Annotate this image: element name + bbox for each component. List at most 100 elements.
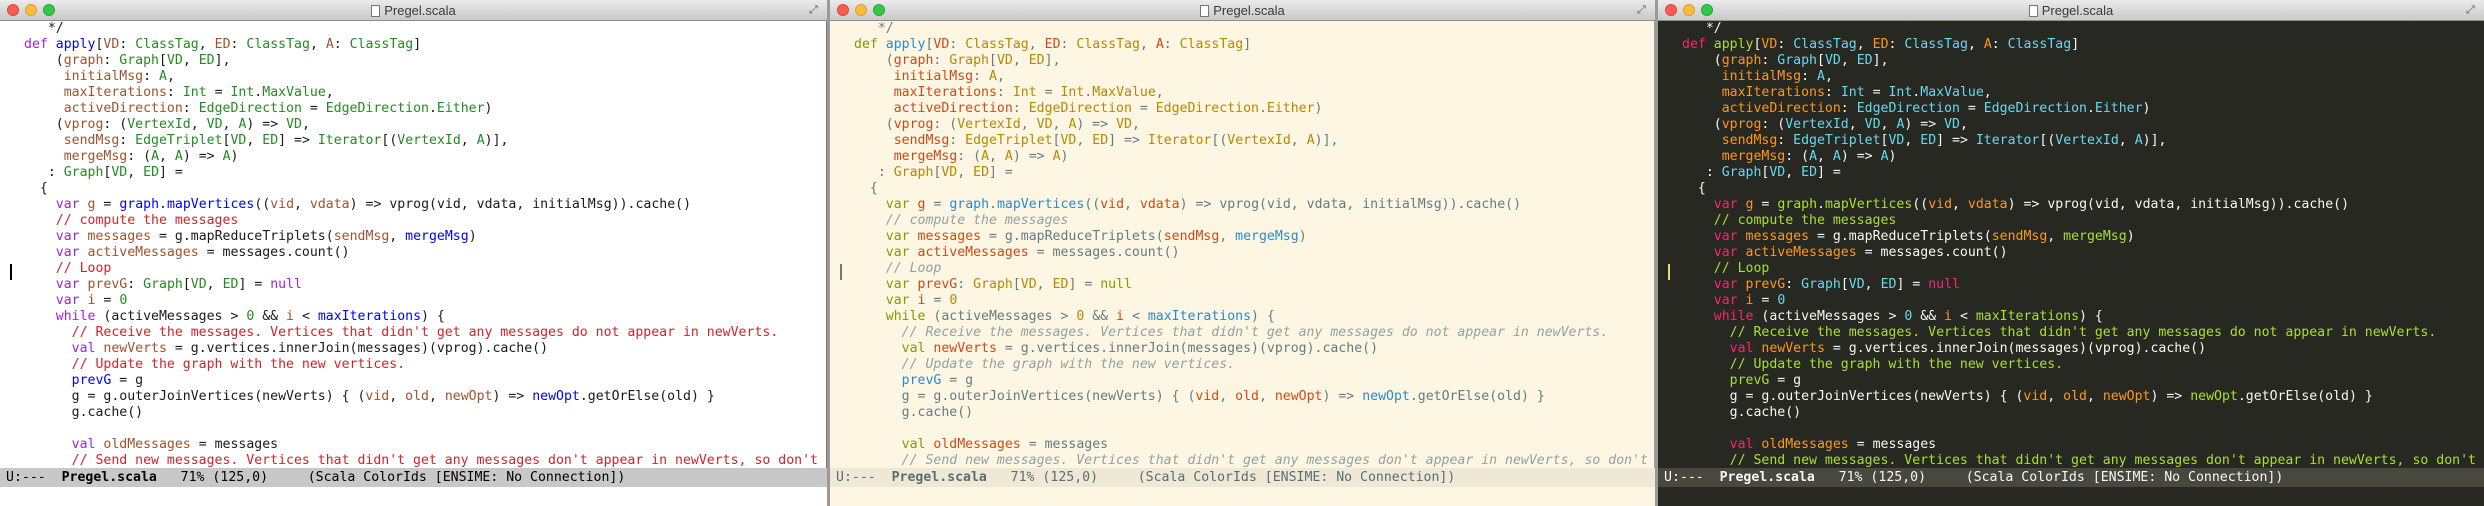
code-token: [( (1211, 133, 1228, 148)
code-token: (activeMessages > (925, 309, 1077, 324)
code-token: ED (973, 165, 990, 180)
code-line: // Loop (854, 261, 942, 276)
code-token: , (989, 149, 1005, 164)
title-bar[interactable]: Pregel.scala ⤢ (830, 0, 1655, 21)
code-token: , (1952, 197, 1968, 212)
code-token: EdgeDirection (1983, 101, 2087, 116)
code-token: : (1777, 133, 1794, 148)
code-token: , (1848, 117, 1865, 132)
code-token: ) => (2150, 389, 2191, 404)
code-token: = messages.count() (198, 245, 350, 260)
code-token: vdata (309, 197, 350, 212)
title-bar[interactable]: Pregel.scala ⤢ (0, 0, 827, 21)
code-token: graph (63, 53, 104, 68)
code-token: , (1785, 165, 1802, 180)
code-token: : (1888, 37, 1905, 52)
code-token: MaxValue (262, 85, 326, 100)
modeline-status: U:--- (1664, 470, 1720, 485)
code-token: , (294, 197, 310, 212)
code-token: , (1219, 229, 1236, 244)
code-token: // Loop (24, 261, 112, 276)
window-divider (1654, 21, 1655, 468)
editor-buffer[interactable]: */ def apply[VD: ClassTag, ED: ClassTag,… (0, 21, 827, 468)
code-token: ED (1044, 37, 1061, 52)
code-token: ], (1044, 53, 1061, 68)
code-token: VD (1020, 277, 1037, 292)
code-line: val newVerts = g.vertices.innerJoin(mess… (24, 341, 548, 356)
modeline-status: U:--- (6, 470, 62, 485)
modeline-position: 71% (125,0) (156, 470, 308, 485)
code-token: ClassTag (246, 37, 310, 52)
code-area[interactable]: */ def apply[VD: ClassTag, ED: ClassTag,… (830, 21, 1655, 468)
code-token: ) (1314, 101, 1323, 116)
code-token: A (222, 149, 231, 164)
code-token: vdata (1139, 197, 1180, 212)
code-token: def (854, 37, 886, 52)
code-token: ] => (1108, 133, 1148, 148)
fullscreen-icon[interactable]: ⤢ (1637, 4, 1649, 16)
code-token: VD (103, 37, 120, 52)
code-token: = messages (1848, 437, 1937, 452)
code-token: ED (143, 165, 160, 180)
code-token: ) => (246, 117, 287, 132)
code-token: = (1753, 197, 1778, 212)
code-token: EdgeTriplet (965, 133, 1053, 148)
code-token: : (1012, 101, 1029, 116)
code-token: [ (182, 277, 191, 292)
code-token: messages (917, 229, 982, 244)
code-line: g.cache() (1682, 405, 1801, 420)
code-token: mapVertices (1824, 197, 1913, 212)
code-token: graph (119, 197, 160, 212)
minibuffer[interactable] (0, 487, 827, 506)
code-token: A (1306, 133, 1315, 148)
code-token: < (1124, 309, 1148, 324)
code-area[interactable]: */ def apply[VD: ClassTag, ED: ClassTag,… (0, 21, 827, 468)
code-token: , (1880, 117, 1897, 132)
code-token: // Update the graph with the new vertice… (1682, 357, 2064, 372)
code-token: = (301, 101, 326, 116)
code-line: { (24, 181, 48, 196)
code-line: { (1682, 181, 1706, 196)
code-line: */ (1682, 21, 1722, 36)
code-token: A (1880, 149, 1889, 164)
code-token: , (1076, 133, 1093, 148)
code-token: g = g.outerJoinVertices(newVerts) { ( (24, 389, 366, 404)
code-token: A (2134, 133, 2143, 148)
editor-buffer[interactable]: */ def apply[VD: ClassTag, ED: ClassTag,… (830, 21, 1655, 468)
file-icon (1200, 5, 1210, 17)
code-token: ( (24, 53, 64, 68)
code-line: prevG = g (1682, 373, 1801, 388)
code-line: (vprog: (VertexId, VD, A) => VD, (24, 117, 310, 132)
code-line: def apply[VD: ClassTag, ED: ClassTag, A:… (24, 37, 421, 52)
editor-buffer[interactable]: */ def apply[VD: ClassTag, ED: ClassTag,… (1658, 21, 2484, 468)
code-token: , (996, 69, 1005, 84)
fullscreen-icon[interactable]: ⤢ (2466, 4, 2478, 16)
code-area[interactable]: */ def apply[VD: ClassTag, ED: ClassTag,… (1658, 21, 2484, 468)
code-token: , (389, 389, 406, 404)
code-token: = g.mapReduceTriplets( (981, 229, 1164, 244)
code-line: // Loop (1682, 261, 1770, 276)
code-token: : (143, 69, 159, 84)
code-token: VD (1944, 117, 1960, 132)
code-line: var g = graph.mapVertices((vid, vdata) =… (854, 197, 1521, 212)
minibuffer[interactable] (830, 487, 1655, 506)
code-line: g = g.outerJoinVertices(newVerts) { (vid… (1682, 389, 2373, 404)
code-token: Graph (119, 53, 159, 68)
fullscreen-icon[interactable]: ⤢ (809, 4, 821, 16)
code-token: { (854, 181, 878, 196)
title-bar[interactable]: Pregel.scala ⤢ (1658, 0, 2484, 21)
code-token: ) { (2079, 309, 2103, 324)
code-token: vid (365, 389, 390, 404)
code-token: maxIterations (1721, 85, 1825, 100)
code-token: , (2047, 389, 2064, 404)
code-token: ( (854, 117, 894, 132)
minibuffer[interactable] (1658, 487, 2484, 506)
code-token: : (1824, 85, 1841, 100)
code-token: ) => (1322, 389, 1363, 404)
code-token: : (1777, 37, 1794, 52)
